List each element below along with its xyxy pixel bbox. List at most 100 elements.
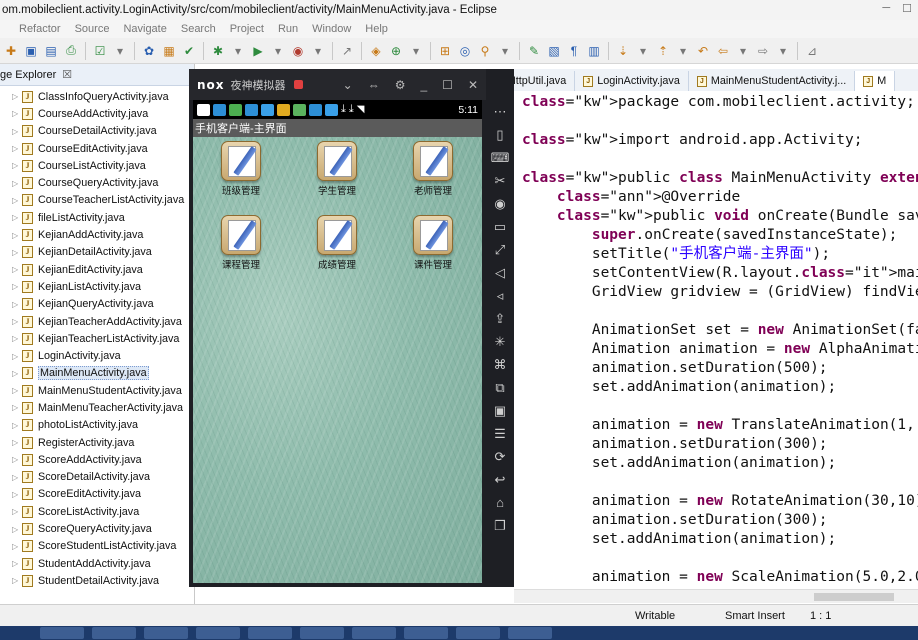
file-tree-item[interactable]: ▷ J CourseAddActivity.java — [0, 105, 194, 122]
expand-triangle-icon[interactable]: ▷ — [12, 265, 22, 274]
code-line[interactable]: class="kw">public void onCreate(Bundle s… — [522, 207, 918, 226]
file-tree-item[interactable]: ▷ J CourseQueryActivity.java — [0, 174, 194, 191]
code-line[interactable]: GridView gridview = (GridView) findVie — [522, 283, 918, 302]
close-icon[interactable]: ✕ — [468, 78, 478, 92]
volume-down-icon[interactable]: ◃ — [497, 287, 504, 305]
location-icon[interactable]: ◉ — [494, 195, 505, 213]
file-tree-item[interactable]: ▷ J KejianQueryActivity.java — [0, 296, 194, 313]
minimize-icon[interactable]: ─ — [882, 2, 890, 15]
file-tree-item[interactable]: ▷ J MainMenuTeacherActivity.java — [0, 399, 194, 416]
close-icon[interactable]: ☒ — [62, 68, 72, 81]
recent-apps-icon[interactable]: ❐ — [494, 517, 506, 535]
avd-icon[interactable]: ▦ — [160, 42, 178, 60]
file-tree-item[interactable]: ▷ J ScoreDetailActivity.java — [0, 469, 194, 486]
code-line[interactable]: class="ann">@Override — [522, 188, 918, 207]
new-icon[interactable]: ✚ — [2, 42, 20, 60]
package-explorer-tab[interactable]: ge Explorer ☒ — [0, 64, 194, 86]
last-edit-icon[interactable]: ↶ — [694, 42, 712, 60]
file-tree-item[interactable]: ▷ J KejianAddActivity.java — [0, 226, 194, 243]
taskbar-button[interactable] — [248, 627, 292, 639]
code-line[interactable]: animation = new RotateAnimation(30,10) — [522, 492, 918, 511]
shake-icon[interactable]: ✳ — [495, 333, 506, 351]
expand-triangle-icon[interactable]: ▷ — [12, 213, 22, 222]
dropdown-icon[interactable]: ▾ — [496, 42, 514, 60]
taskbar-button[interactable] — [300, 627, 344, 639]
search-icon[interactable]: ⚲ — [476, 42, 494, 60]
pin-editor-icon[interactable]: ⊿ — [803, 42, 821, 60]
lint-icon[interactable]: ✔ — [180, 42, 198, 60]
scrollbar-thumb[interactable] — [814, 593, 894, 601]
code-line[interactable]: AnimationSet set = new AnimationSet(fa — [522, 321, 918, 340]
menu-search[interactable]: Search — [174, 23, 223, 35]
app-menu-item[interactable]: 班级管理 — [193, 141, 289, 197]
taskbar-button[interactable] — [508, 627, 552, 639]
expand-triangle-icon[interactable]: ▷ — [12, 127, 22, 136]
link-icon[interactable]: ↗ — [338, 42, 356, 60]
code-line[interactable]: animation.setDuration(500); — [522, 359, 918, 378]
external-tools-icon[interactable]: ◉ — [289, 42, 307, 60]
app-menu-item[interactable]: 学生管理 — [289, 141, 385, 197]
block-selection-icon[interactable]: ▧ — [545, 42, 563, 60]
editor-tab[interactable]: J LoginActivity.java — [575, 71, 689, 91]
file-tree-item[interactable]: ▷ J KejianListActivity.java — [0, 278, 194, 295]
editor-tab[interactable]: JM — [855, 71, 896, 91]
save-all-icon[interactable]: ▤ — [42, 42, 60, 60]
home-button-icon[interactable]: ⌂ — [496, 494, 504, 512]
file-tree-item[interactable]: ▷ J StudentDetailActivity.java — [0, 572, 194, 589]
file-tree-item[interactable]: ▷ J KejianEditActivity.java — [0, 261, 194, 278]
expand-triangle-icon[interactable]: ▷ — [12, 576, 22, 585]
expand-triangle-icon[interactable]: ▷ — [12, 282, 22, 291]
file-tree-item[interactable]: ▷ JfileListActivity.java — [0, 209, 194, 226]
code-line[interactable]: set.addAnimation(animation); — [522, 454, 918, 473]
expand-triangle-icon[interactable]: ▷ — [12, 300, 22, 309]
file-tree-item[interactable]: ▷ J ScoreStudentListActivity.java — [0, 538, 194, 555]
expand-triangle-icon[interactable]: ▷ — [12, 92, 22, 101]
taskbar-button[interactable] — [352, 627, 396, 639]
expand-triangle-icon[interactable]: ▷ — [12, 473, 22, 482]
code-line[interactable]: setTitle("手机客户端-主界面"); — [522, 245, 918, 264]
previous-annotation-icon[interactable]: ⇡ — [654, 42, 672, 60]
install-apk-icon[interactable]: ⇪ — [495, 310, 506, 328]
file-tree-item[interactable]: ▷ J ScoreListActivity.java — [0, 503, 194, 520]
expand-triangle-icon[interactable]: ▷ — [12, 161, 22, 170]
screen-icon[interactable]: ▭ — [494, 218, 506, 236]
expand-triangle-icon[interactable]: ▷ — [12, 542, 22, 551]
gear-icon[interactable]: ⚙ — [395, 78, 406, 92]
new-class-icon[interactable]: ◈ — [367, 42, 385, 60]
file-tree-item[interactable]: ▷ J KejianDetailActivity.java — [0, 244, 194, 261]
code-editor[interactable]: class="kw">package com.mobileclient.acti… — [514, 91, 918, 589]
dropdown-icon[interactable]: ▾ — [269, 42, 287, 60]
taskbar-button[interactable] — [40, 627, 84, 639]
more-icon[interactable]: ⋯ — [494, 103, 507, 121]
code-line[interactable]: set.addAnimation(animation); — [522, 378, 918, 397]
dropdown-icon[interactable]: ▾ — [309, 42, 327, 60]
file-tree-item[interactable]: ▷ J ScoreAddActivity.java — [0, 451, 194, 468]
minimize-icon[interactable]: _ — [420, 78, 427, 92]
toggle-breadcrumb-icon[interactable]: ▥ — [585, 42, 603, 60]
file-tree-item[interactable]: ▷ J CourseTeacherListActivity.java — [0, 192, 194, 209]
file-tree-item[interactable]: ▷ J MainMenuStudentActivity.java — [0, 382, 194, 399]
expand-triangle-icon[interactable]: ▷ — [12, 525, 22, 534]
code-line[interactable] — [522, 112, 918, 131]
back-icon[interactable]: ⇦ — [714, 42, 732, 60]
menu-source[interactable]: Source — [68, 23, 117, 35]
expand-triangle-icon[interactable]: ▷ — [12, 438, 22, 447]
menu-refactor[interactable]: Refactor — [12, 23, 68, 35]
app-menu-item[interactable]: 老师管理 — [385, 141, 481, 197]
open-task-icon[interactable]: ◎ — [456, 42, 474, 60]
expand-triangle-icon[interactable]: ▷ — [12, 248, 22, 257]
expand-triangle-icon[interactable]: ▷ — [12, 403, 22, 412]
expand-triangle-icon[interactable]: ▷ — [12, 421, 22, 430]
code-line[interactable]: animation.setDuration(300); — [522, 511, 918, 530]
file-tree-item[interactable]: ▷ J KejianTeacherListActivity.java — [0, 330, 194, 347]
new-package-icon[interactable]: ⊕ — [387, 42, 405, 60]
task-icon[interactable]: ☑ — [91, 42, 109, 60]
next-annotation-icon[interactable]: ⇣ — [614, 42, 632, 60]
scissors-icon[interactable]: ✂ — [495, 172, 506, 190]
dropdown-icon[interactable]: ▾ — [634, 42, 652, 60]
menu-icon[interactable]: ☰ — [494, 425, 506, 443]
file-tree-item[interactable]: ▷ J CourseListActivity.java — [0, 157, 194, 174]
code-line[interactable]: class="kw">import android.app.Activity; — [522, 131, 918, 150]
menu-run[interactable]: Run — [271, 23, 305, 35]
code-line[interactable]: animation = new TranslateAnimation(1, — [522, 416, 918, 435]
